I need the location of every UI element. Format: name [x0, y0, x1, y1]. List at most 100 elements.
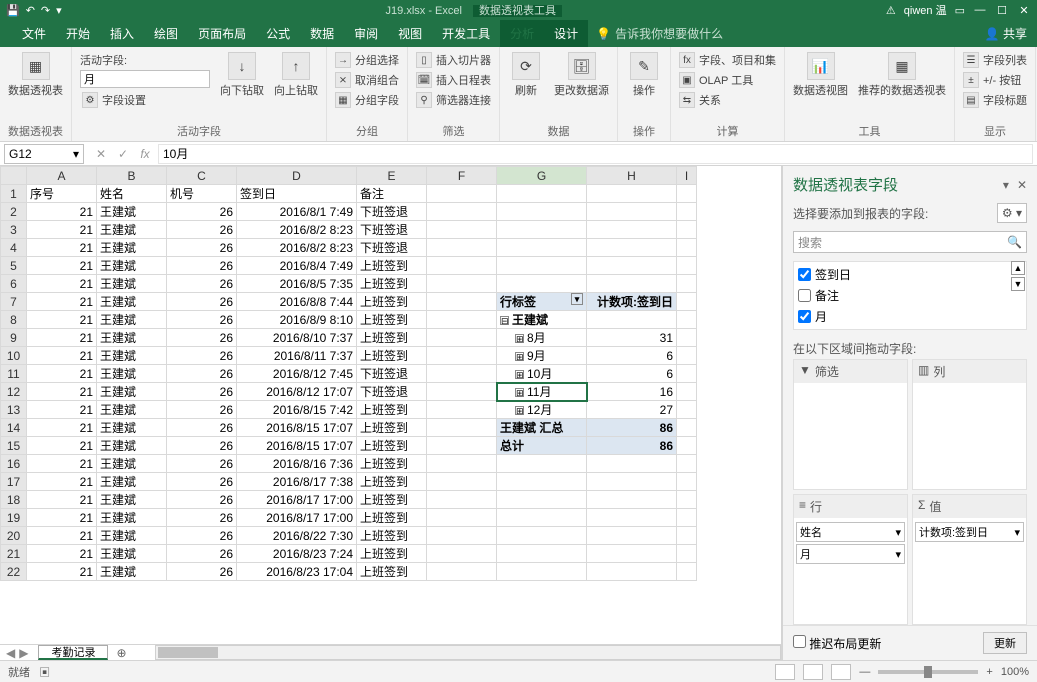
olap-tools-button[interactable]: ▣OLAP 工具: [677, 70, 778, 90]
refresh-button[interactable]: ⟳刷新: [506, 50, 546, 100]
row-header[interactable]: 13: [1, 401, 27, 419]
collapse-icon[interactable]: ⊟: [500, 316, 509, 325]
tab-开发工具[interactable]: 开发工具: [432, 20, 500, 47]
pagebreak-view-button[interactable]: [831, 664, 851, 680]
row-header[interactable]: 12: [1, 383, 27, 401]
insert-timeline-button[interactable]: 🗓插入日程表: [414, 70, 493, 90]
drilldown-button[interactable]: ↓向下钻取: [218, 50, 266, 100]
col-header-D[interactable]: D: [237, 167, 357, 185]
filter-connections-button[interactable]: ⚲筛选器连接: [414, 90, 493, 110]
col-header-B[interactable]: B: [97, 167, 167, 185]
row-header[interactable]: 7: [1, 293, 27, 311]
col-header-E[interactable]: E: [357, 167, 427, 185]
plusminus-toggle[interactable]: ±+/- 按钮: [961, 70, 1029, 90]
col-header-G[interactable]: G: [497, 167, 587, 185]
col-header-I[interactable]: I: [677, 167, 697, 185]
normal-view-button[interactable]: [775, 664, 795, 680]
redo-icon[interactable]: ↷: [41, 4, 50, 17]
col-header-H[interactable]: H: [587, 167, 677, 185]
group-field-button[interactable]: ▦分组字段: [333, 90, 401, 110]
group-selection-button[interactable]: →分组选择: [333, 50, 401, 70]
fx-icon[interactable]: fx: [136, 147, 154, 161]
col-header-A[interactable]: A: [27, 167, 97, 185]
row-header[interactable]: 1: [1, 185, 27, 203]
pivotchart-button[interactable]: 📊数据透视图: [791, 50, 850, 100]
scroll-up-icon[interactable]: ▲: [1011, 261, 1025, 275]
recommended-pivot-button[interactable]: ▦推荐的数据透视表: [856, 50, 948, 100]
relationships-button[interactable]: ⇆关系: [677, 90, 778, 110]
formula-bar[interactable]: 10月: [158, 144, 1033, 164]
user-name[interactable]: qiwen 温: [904, 2, 947, 18]
field-settings-button[interactable]: ⚙字段设置: [80, 90, 210, 110]
page-layout-view-button[interactable]: [803, 664, 823, 680]
macro-record-icon[interactable]: ▣: [39, 667, 50, 679]
col-header-F[interactable]: F: [427, 167, 497, 185]
pivot-filter-dropdown[interactable]: ▾: [571, 293, 583, 305]
row-header[interactable]: 14: [1, 419, 27, 437]
tab-数据[interactable]: 数据: [300, 20, 344, 47]
rows-area[interactable]: ≡行姓名 ▾月 ▾: [793, 494, 908, 625]
chevron-down-icon[interactable]: ▾: [73, 147, 79, 161]
filter-area[interactable]: ▼筛选: [793, 359, 908, 490]
tab-开始[interactable]: 开始: [56, 20, 100, 47]
field-签到日[interactable]: 签到日: [794, 264, 1026, 285]
value-chip[interactable]: 计数项:签到日 ▾: [915, 522, 1024, 542]
row-header[interactable]: 22: [1, 563, 27, 581]
row-header[interactable]: 5: [1, 257, 27, 275]
share-button[interactable]: 👤 共享: [975, 20, 1037, 47]
sheet-nav-next-icon[interactable]: ▶: [19, 646, 28, 660]
row-header[interactable]: 10: [1, 347, 27, 365]
scroll-down-icon[interactable]: ▼: [1011, 277, 1025, 291]
active-field-input[interactable]: [80, 70, 210, 88]
row-header[interactable]: 4: [1, 239, 27, 257]
expand-icon[interactable]: ⊞: [515, 388, 524, 397]
change-source-button[interactable]: 🗄更改数据源: [552, 50, 611, 100]
expand-icon[interactable]: ⊞: [515, 406, 524, 415]
tab-审阅[interactable]: 审阅: [344, 20, 388, 47]
row-header[interactable]: 21: [1, 545, 27, 563]
defer-layout-checkbox[interactable]: 推迟布局更新: [793, 635, 881, 652]
field-备注[interactable]: 备注: [794, 285, 1026, 306]
zoom-out-button[interactable]: —: [859, 666, 870, 678]
col-header-C[interactable]: C: [167, 167, 237, 185]
spreadsheet-grid[interactable]: ABCDEFGHI1序号姓名机号签到日备注221王建斌262016/8/1 7:…: [0, 166, 697, 581]
field-list-toggle[interactable]: ☰字段列表: [961, 50, 1029, 70]
row-header[interactable]: 19: [1, 509, 27, 527]
tab-分析[interactable]: 分析: [500, 20, 544, 47]
row-chip-姓名[interactable]: 姓名 ▾: [796, 522, 905, 542]
row-header[interactable]: 6: [1, 275, 27, 293]
row-header[interactable]: 16: [1, 455, 27, 473]
row-header[interactable]: 3: [1, 221, 27, 239]
row-header[interactable]: 17: [1, 473, 27, 491]
minimize-button[interactable]: —: [973, 4, 987, 16]
zoom-in-button[interactable]: +: [986, 666, 992, 678]
field-search-input[interactable]: 搜索🔍: [793, 231, 1027, 253]
pivottable-button[interactable]: ▦数据透视表: [6, 50, 65, 100]
select-all-cell[interactable]: [1, 167, 27, 185]
tab-页面布局[interactable]: 页面布局: [188, 20, 256, 47]
tab-绘图[interactable]: 绘图: [144, 20, 188, 47]
row-header[interactable]: 15: [1, 437, 27, 455]
values-area[interactable]: Σ值计数项:签到日 ▾: [912, 494, 1027, 625]
ungroup-button[interactable]: ⨯取消组合: [333, 70, 401, 90]
expand-icon[interactable]: ⊞: [515, 334, 524, 343]
insert-slicer-button[interactable]: ▯插入切片器: [414, 50, 493, 70]
update-button[interactable]: 更新: [983, 632, 1027, 654]
drillup-button[interactable]: ↑向上钻取: [272, 50, 320, 100]
row-header[interactable]: 20: [1, 527, 27, 545]
tab-插入[interactable]: 插入: [100, 20, 144, 47]
close-button[interactable]: ✕: [1017, 4, 1031, 17]
save-icon[interactable]: 💾: [6, 4, 20, 17]
cancel-formula-icon[interactable]: ✕: [92, 147, 110, 161]
field-headers-toggle[interactable]: ▤字段标题: [961, 90, 1029, 110]
tab-视图[interactable]: 视图: [388, 20, 432, 47]
tab-文件[interactable]: 文件: [12, 20, 56, 47]
maximize-button[interactable]: ☐: [995, 4, 1009, 17]
horizontal-scrollbar[interactable]: [155, 645, 781, 660]
zoom-value[interactable]: 100%: [1001, 666, 1029, 678]
tab-设计[interactable]: 设计: [544, 20, 588, 47]
pane-layout-icon[interactable]: ▾: [1003, 178, 1009, 192]
row-header[interactable]: 8: [1, 311, 27, 329]
zoom-slider[interactable]: [878, 670, 978, 674]
row-header[interactable]: 11: [1, 365, 27, 383]
